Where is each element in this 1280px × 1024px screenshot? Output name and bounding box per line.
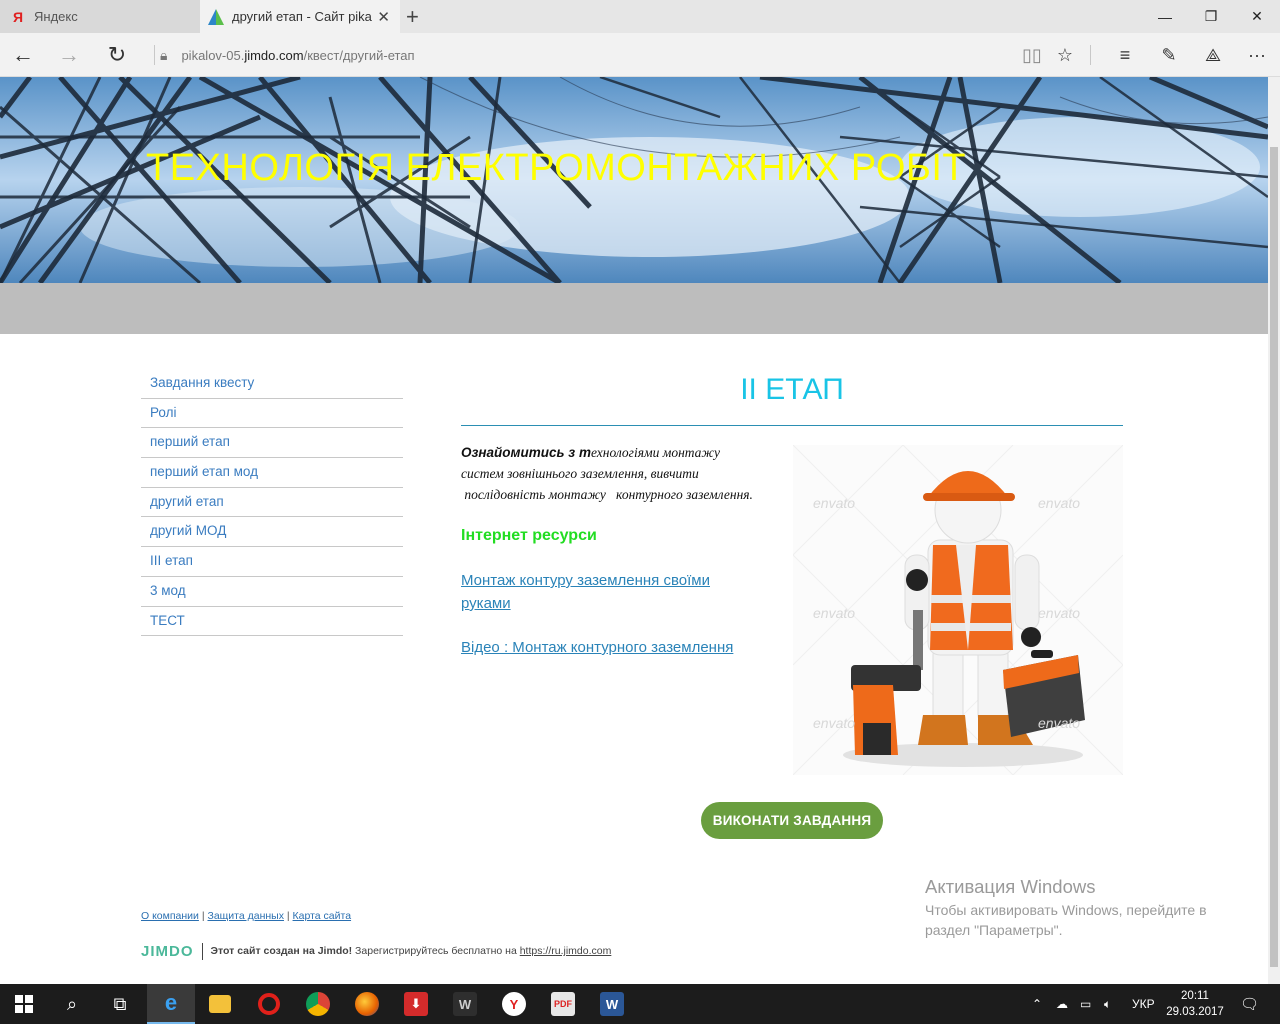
link-grounding-diy[interactable]: Монтаж контуру заземлення своїми руками xyxy=(461,569,761,615)
nav-item-test[interactable]: ТЕСТ xyxy=(141,607,403,637)
tab-title: другий етап - Сайт pika xyxy=(232,9,372,24)
activation-line-1: Чтобы активировать Windows, перейдите в xyxy=(925,902,1207,918)
edge-icon[interactable]: e xyxy=(147,984,195,1024)
footer-link-sitemap[interactable]: Карта сайта xyxy=(293,910,352,922)
worker-illustration: envato envato envato envato envato envat… xyxy=(792,444,1124,776)
site-title: ТЕХНОЛОГІЯ ЕЛЕКТРОМОНТАЖНИХ РОБІТ xyxy=(146,147,967,189)
scrollbar-thumb[interactable] xyxy=(1270,147,1278,967)
minimize-button[interactable]: — xyxy=(1142,0,1188,33)
yandex-browser-icon[interactable]: Y xyxy=(490,984,538,1024)
jimdo-logo[interactable]: JIMDO xyxy=(141,942,203,960)
sidebar-nav: Завдання квесту Ролі перший етап перший … xyxy=(141,369,403,637)
heading-divider xyxy=(461,425,1123,426)
tab-yandex[interactable]: Я Яндекс xyxy=(0,0,200,33)
intro-text: Ознайомитись з технологіями монтажу сист… xyxy=(461,442,781,505)
vertical-scrollbar[interactable] xyxy=(1268,77,1280,984)
world-of-tanks-icon[interactable]: W xyxy=(441,984,489,1024)
jimdo-created-text: Этот сайт создан на Jimdo! xyxy=(210,945,353,957)
header-banner: ТЕХНОЛОГІЯ ЕЛЕКТРОМОНТАЖНИХ РОБІТ xyxy=(0,77,1268,283)
firefox-icon[interactable] xyxy=(343,984,391,1024)
nav-item-stage-3[interactable]: ІІІ етап xyxy=(141,547,403,577)
watermark: envato xyxy=(813,605,856,621)
nav-item-stage-1-mod[interactable]: перший етап мод xyxy=(141,458,403,488)
address-bar: ← → ↻ 🔒︎ pikalov-05. jimdo.com/квест/друг… xyxy=(0,33,1280,77)
downloader-icon[interactable]: ⬇ xyxy=(392,984,440,1024)
nav-item-stage-1[interactable]: перший етап xyxy=(141,428,403,459)
divider xyxy=(1090,45,1091,65)
onedrive-icon[interactable]: ☁ xyxy=(1056,984,1068,1024)
web-note-icon[interactable]: ✎ xyxy=(1153,39,1185,71)
watermark: envato xyxy=(813,495,856,511)
activation-title: Активация Windows xyxy=(925,876,1096,897)
url-path: /квест/другий-етап xyxy=(303,47,415,63)
footer-link-privacy[interactable]: Защита данных xyxy=(207,910,284,922)
resources-heading: Інтернет ресурси xyxy=(461,527,597,544)
url-domain: jimdo.com xyxy=(244,47,304,63)
tab-bar: Я Яндекс другий етап - Сайт pika ✕ + — ❐… xyxy=(0,0,1280,33)
page-content: ТЕХНОЛОГІЯ ЕЛЕКТРОМОНТАЖНИХ РОБІТ Завдан… xyxy=(0,77,1268,984)
language-indicator[interactable]: УКР xyxy=(1132,984,1155,1024)
footer-links: О компании | Защита данных | Карта сайта xyxy=(141,910,352,922)
intro-line-3: послідовність монтажу контурного заземле… xyxy=(461,487,753,502)
do-task-button[interactable]: ВИКОНАТИ ЗАВДАННЯ xyxy=(701,802,883,839)
taskbar: ⌕ ⧉ e ⬇ W Y PDF W ⌃ ☁ ▭ 🔈︎ УКР 20:11 29.… xyxy=(0,984,1280,1024)
intro-line-1: ехнологіями монтажу xyxy=(590,445,720,460)
url-prefix: pikalov-05. xyxy=(181,47,245,63)
volume-icon[interactable]: 🔈︎ xyxy=(1104,984,1111,1024)
nav-item-roles[interactable]: Ролі xyxy=(141,399,403,429)
task-view-icon[interactable]: ⧉ xyxy=(96,984,144,1024)
jimdo-register-text: Зарегистрируйтесь бесплатно на xyxy=(352,945,520,957)
notifications-icon[interactable]: 🗨︎ xyxy=(1240,984,1259,1024)
pdf-icon[interactable]: PDF xyxy=(539,984,587,1024)
intro-line-2: систем зовнішнього заземлення, вивчити xyxy=(461,466,699,481)
search-icon[interactable]: ⌕ xyxy=(48,984,96,1024)
forward-button[interactable]: → xyxy=(52,39,86,71)
page-heading: II ЕТАП xyxy=(740,373,844,406)
nav-item-quest-tasks[interactable]: Завдання квесту xyxy=(141,369,403,399)
hub-icon[interactable]: ≡ xyxy=(1109,39,1141,71)
nav-item-stage-3-mod[interactable]: 3 мод xyxy=(141,577,403,607)
jimdo-url-link[interactable]: https://ru.jimdo.com xyxy=(520,945,612,957)
watermark: envato xyxy=(1038,605,1081,621)
chrome-icon[interactable] xyxy=(294,984,342,1024)
clock-time: 20:11 xyxy=(1181,990,1209,1002)
nav-item-stage-2[interactable]: другий етап xyxy=(141,488,403,518)
word-icon[interactable]: W xyxy=(588,984,636,1024)
tab-title: Яндекс xyxy=(34,9,78,24)
back-button[interactable]: ← xyxy=(6,39,40,71)
opera-icon[interactable] xyxy=(245,984,293,1024)
favorite-star-icon[interactable]: ☆ xyxy=(1049,39,1081,71)
close-tab-icon[interactable]: ✕ xyxy=(377,8,390,26)
clock[interactable]: 20:11 29.03.2017 xyxy=(1160,988,1230,1020)
nav-item-stage-2-mod[interactable]: другий МОД xyxy=(141,517,403,548)
new-tab-button[interactable]: + xyxy=(406,4,428,30)
more-icon[interactable]: ··· xyxy=(1241,39,1273,71)
header-band xyxy=(0,283,1268,334)
intro-bold: Ознайомитись з т xyxy=(461,445,591,460)
yandex-icon: Я xyxy=(12,8,24,25)
windows-activation-watermark: Активация Windows Чтобы активировать Win… xyxy=(925,874,1255,940)
jimdo-icon xyxy=(208,8,224,25)
divider xyxy=(154,45,155,65)
activation-line-2: раздел "Параметры". xyxy=(925,922,1063,938)
lock-icon: 🔒︎ xyxy=(160,46,168,63)
watermark: envato xyxy=(813,715,856,731)
close-window-button[interactable]: ✕ xyxy=(1234,0,1280,33)
reading-view-icon[interactable]: ▯▯ xyxy=(1016,39,1048,71)
restore-button[interactable]: ❐ xyxy=(1188,0,1234,33)
clock-date: 29.03.2017 xyxy=(1166,1006,1224,1018)
tray-chevron-icon[interactable]: ⌃ xyxy=(1032,984,1042,1024)
file-explorer-icon[interactable] xyxy=(196,984,244,1024)
start-windows-icon[interactable] xyxy=(0,984,48,1024)
footer-link-about[interactable]: О компании xyxy=(141,910,199,922)
tab-active[interactable]: другий етап - Сайт pika ✕ xyxy=(200,0,400,33)
jimdo-footer: JIMDO Этот сайт создан на Jimdo! Зарегис… xyxy=(141,940,611,962)
link-grounding-video[interactable]: Відео : Монтаж контурного заземлення xyxy=(461,636,781,659)
share-icon[interactable]: ⟁ xyxy=(1197,39,1229,71)
watermark: envato xyxy=(1038,715,1081,731)
url-field[interactable]: 🔒︎ pikalov-05. jimdo.com/квест/другий-ета… xyxy=(160,40,415,70)
refresh-button[interactable]: ↻ xyxy=(100,39,134,71)
network-icon[interactable]: ▭ xyxy=(1080,984,1091,1024)
watermark: envato xyxy=(1038,495,1081,511)
